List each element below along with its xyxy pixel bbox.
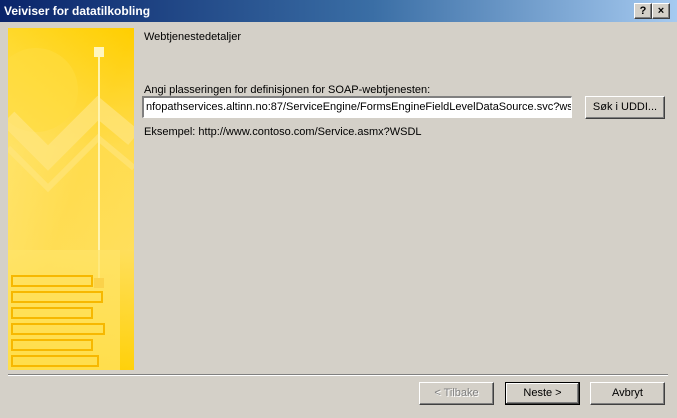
wizard-side-banner [8,28,134,370]
footer-divider-highlight [8,375,668,376]
page-heading: Webtjenestedetaljer [144,31,242,43]
cancel-button[interactable]: Avbryt [590,382,665,405]
search-uddi-button[interactable]: Søk i UDDI... [585,96,665,119]
back-button[interactable]: < Tilbake [419,382,494,405]
wsdl-url-input[interactable]: nfopathservices.altinn.no:87/ServiceEngi… [142,96,572,118]
help-button[interactable]: ? [634,3,652,19]
example-text: Eksempel: http://www.contoso.com/Service… [144,126,422,138]
window-title: Veiviser for datatilkobling [4,4,151,18]
next-button[interactable]: Neste > [505,382,580,405]
title-bar: Veiviser for datatilkobling ? × [0,0,677,22]
wsdl-url-value: nfopathservices.altinn.no:87/ServiceEngi… [146,101,572,113]
wsdl-location-label: Angi plasseringen for definisjonen for S… [144,84,431,96]
close-button[interactable]: × [652,3,670,19]
